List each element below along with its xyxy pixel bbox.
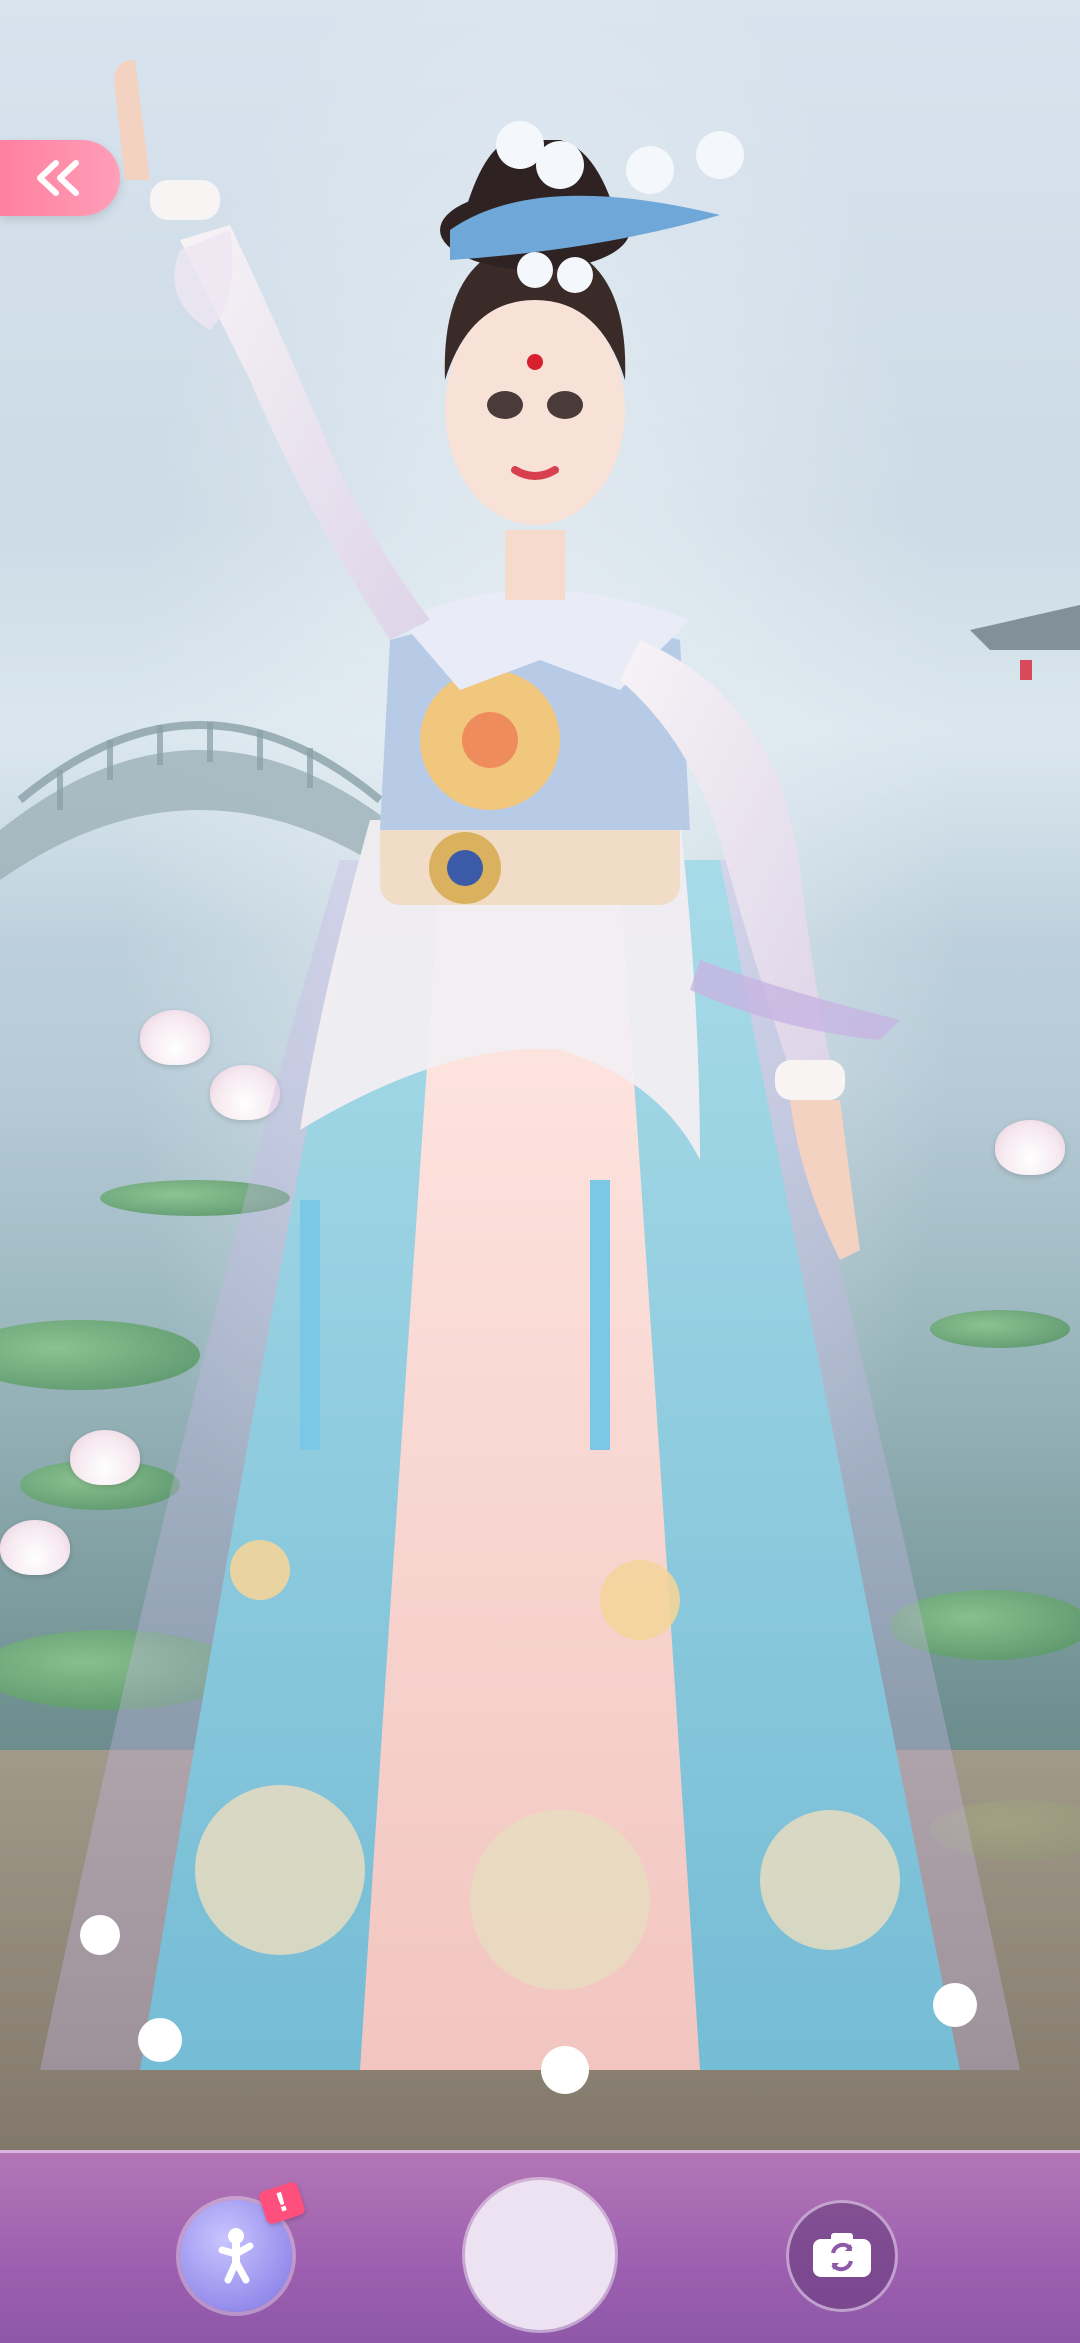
- double-chevron-left-icon: [37, 160, 79, 196]
- shutter-button[interactable]: [465, 2180, 615, 2330]
- dressed-character: [40, 60, 1020, 2094]
- camera-switch-icon: [813, 2233, 871, 2277]
- back-button[interactable]: [0, 140, 120, 216]
- badge-text: !: [271, 2186, 293, 2220]
- person-pose-icon: [218, 2228, 254, 2284]
- game-scene: [0, 0, 1080, 2150]
- flip-camera-button[interactable]: [786, 2200, 898, 2312]
